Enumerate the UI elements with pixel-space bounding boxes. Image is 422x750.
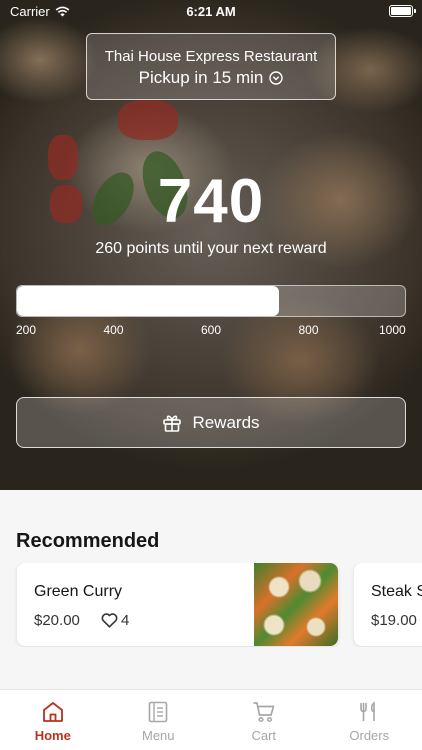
rewards-label: Rewards bbox=[192, 412, 260, 432]
status-time: 6:21 AM bbox=[186, 4, 236, 19]
item-name: Steak S bbox=[371, 583, 422, 600]
tab-home-label: Home bbox=[34, 728, 71, 743]
item-price: $20.00 bbox=[34, 612, 80, 629]
points-caption: 260 points until your next reward bbox=[95, 240, 327, 257]
tab-orders[interactable]: Orders bbox=[317, 690, 422, 750]
tab-menu[interactable]: Menu bbox=[106, 690, 212, 750]
progress-tick-label: 600 bbox=[201, 323, 222, 337]
item-price: $19.00 bbox=[371, 612, 417, 629]
recommended-carousel[interactable]: Green Curry $20.00 4 Steak S $19.00 bbox=[0, 563, 422, 647]
heart-icon bbox=[101, 613, 118, 628]
progress-ticks: 200 400 600 800 1000 bbox=[16, 323, 406, 339]
hero-banner: Carrier 6:21 AM Thai House Express Resta… bbox=[0, 0, 422, 490]
tab-cart-label: Cart bbox=[251, 728, 277, 743]
progress-tick-label: 400 bbox=[103, 323, 124, 337]
tab-orders-label: Orders bbox=[349, 728, 390, 743]
pickup-label: Pickup in 15 min bbox=[138, 68, 264, 87]
restaurant-selector[interactable]: Thai House Express Restaurant Pickup in … bbox=[86, 33, 336, 100]
home-screen: Carrier 6:21 AM Thai House Express Resta… bbox=[0, 0, 422, 750]
tab-home[interactable]: Home bbox=[0, 690, 106, 750]
menu-icon bbox=[148, 701, 168, 723]
item-photo bbox=[254, 563, 338, 646]
tab-menu-label: Menu bbox=[141, 728, 175, 743]
points-balance: 740 bbox=[157, 167, 265, 236]
home-icon bbox=[42, 702, 63, 722]
tab-bar: Home Menu Cart Orders bbox=[0, 689, 422, 750]
gift-icon bbox=[163, 414, 182, 432]
restaurant-name: Thai House Express Restaurant bbox=[104, 48, 318, 65]
likes-count: 4 bbox=[121, 612, 130, 629]
recommended-item-card[interactable]: Steak S $19.00 bbox=[354, 563, 422, 646]
rewards-button[interactable]: Rewards bbox=[16, 397, 406, 448]
progress-tick-label: 1000 bbox=[379, 323, 406, 337]
item-likes[interactable]: 4 bbox=[101, 612, 129, 629]
recommended-heading: Recommended bbox=[16, 530, 160, 552]
points-progress-bar bbox=[16, 285, 406, 317]
item-name: Green Curry bbox=[34, 583, 123, 600]
progress-tick-label: 200 bbox=[16, 323, 37, 337]
points-progress-fill bbox=[17, 286, 279, 316]
progress-tick-label: 800 bbox=[298, 323, 319, 337]
status-bar: Carrier 6:21 AM bbox=[0, 0, 422, 22]
cart-icon bbox=[253, 702, 275, 723]
recommended-item-card[interactable]: Green Curry $20.00 4 bbox=[17, 563, 338, 646]
tab-cart[interactable]: Cart bbox=[211, 690, 317, 750]
orders-icon bbox=[360, 701, 376, 721]
pickup-time: Pickup in 15 min bbox=[87, 68, 335, 88]
chevron-down-circle-icon bbox=[269, 71, 284, 85]
battery-icon bbox=[389, 5, 416, 17]
